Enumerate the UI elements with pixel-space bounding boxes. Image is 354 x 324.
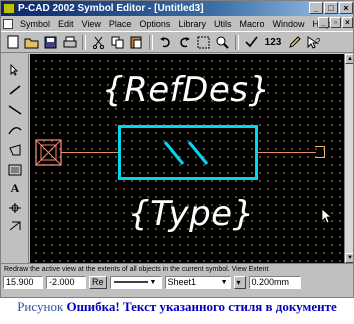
- chevron-down-icon: ▼: [149, 278, 157, 286]
- symbol-editor-window: P-CAD 2002 Symbol Editor - [Untitled3] _…: [0, 0, 354, 298]
- place-attribute-icon[interactable]: [6, 218, 24, 234]
- place-field-icon[interactable]: [6, 162, 24, 178]
- cut-icon[interactable]: [90, 34, 107, 51]
- doc-close-button[interactable]: ×: [342, 17, 353, 28]
- menu-symbol[interactable]: Symbol: [16, 19, 54, 29]
- window-title: P-CAD 2002 Symbol Editor - [Untitled3]: [18, 3, 204, 14]
- type-text[interactable]: {Type}: [128, 194, 255, 234]
- pin-lead-right[interactable]: [258, 152, 316, 153]
- pencil-icon[interactable]: [286, 34, 303, 51]
- open-folder-icon[interactable]: [23, 34, 40, 51]
- minimize-button[interactable]: _: [309, 2, 323, 14]
- relative-toggle-button[interactable]: Re: [89, 275, 107, 289]
- resistor-slash-marks: [163, 141, 209, 165]
- layer-toggle-button[interactable]: ▾: [233, 275, 246, 289]
- checkmark-icon[interactable]: [243, 34, 260, 51]
- scroll-up-icon[interactable]: ▲: [345, 54, 353, 64]
- doc-restore-button[interactable]: ▫: [330, 17, 341, 28]
- sheet-value: Sheet1: [167, 276, 197, 287]
- menu-macro[interactable]: Macro: [235, 19, 268, 29]
- line-style-dropdown[interactable]: ▼: [109, 275, 162, 289]
- menu-place[interactable]: Place: [105, 19, 136, 29]
- zoom-icon[interactable]: [214, 34, 231, 51]
- chevron-down-icon: ▼: [220, 278, 228, 286]
- hint-bar: Redraw the active view at the extents of…: [1, 263, 353, 274]
- renumber-label: 123: [264, 36, 282, 48]
- mouse-cursor-icon: [321, 208, 333, 224]
- design-canvas[interactable]: {RefDes} {Type}: [30, 54, 344, 263]
- scroll-down-icon[interactable]: ▼: [345, 253, 353, 263]
- bottom-strip: [1, 290, 353, 297]
- pin-terminal-left[interactable]: [35, 139, 62, 166]
- toolbar-separator: [235, 34, 239, 50]
- doc-minimize-button[interactable]: _: [318, 17, 329, 28]
- line-width-field[interactable]: 0.200mm: [248, 275, 301, 289]
- close-button[interactable]: ×: [339, 2, 353, 14]
- title-bar: P-CAD 2002 Symbol Editor - [Untitled3] _…: [1, 1, 353, 16]
- x-coordinate-field[interactable]: 15.900: [3, 275, 43, 289]
- save-icon[interactable]: [42, 34, 59, 51]
- caption-label: Рисунок: [17, 299, 64, 314]
- symbol-body-rectangle[interactable]: [118, 125, 258, 180]
- place-arc-icon[interactable]: [6, 122, 24, 138]
- menu-utils[interactable]: Utils: [210, 19, 236, 29]
- select-icon[interactable]: [195, 34, 212, 51]
- sheet-dropdown[interactable]: Sheet1 ▼: [164, 275, 231, 289]
- y-coordinate-field[interactable]: -2.000: [46, 275, 86, 289]
- toolbar-separator: [149, 34, 153, 50]
- maximize-button[interactable]: □: [324, 2, 338, 14]
- menu-edit[interactable]: Edit: [54, 19, 78, 29]
- menu-options[interactable]: Options: [135, 19, 174, 29]
- menu-bar: Symbol Edit View Place Options Library U…: [1, 16, 353, 31]
- place-text-icon[interactable]: A: [6, 180, 24, 196]
- menu-view[interactable]: View: [78, 19, 105, 29]
- redo-icon[interactable]: [176, 34, 193, 51]
- menu-library[interactable]: Library: [174, 19, 210, 29]
- new-file-icon[interactable]: [4, 34, 21, 51]
- copy-icon[interactable]: [109, 34, 126, 51]
- toolbar-separator: [82, 34, 86, 50]
- main-toolbar: 123 ?: [1, 31, 353, 53]
- place-line-icon[interactable]: [6, 102, 24, 118]
- placement-toolbar: A: [1, 54, 29, 263]
- place-polygon-icon[interactable]: [6, 142, 24, 158]
- pin-terminal-right[interactable]: [315, 146, 325, 158]
- renumber-button[interactable]: 123: [262, 34, 284, 51]
- document-icon: [3, 18, 13, 29]
- undo-icon[interactable]: [157, 34, 174, 51]
- menu-window[interactable]: Window: [268, 19, 308, 29]
- document-window-controls: _ ▫ ×: [318, 17, 353, 28]
- paste-icon[interactable]: [128, 34, 145, 51]
- print-icon[interactable]: [61, 34, 78, 51]
- vertical-scrollbar[interactable]: ▲ ▼: [344, 54, 353, 263]
- place-pin-icon[interactable]: [6, 82, 24, 98]
- caption-error-text: Ошибка! Текст указанного стиля в докумен…: [66, 299, 337, 314]
- refdes-text[interactable]: {RefDes}: [102, 70, 271, 110]
- pin-lead-left[interactable]: [61, 152, 118, 153]
- select-arrow-icon[interactable]: [6, 62, 24, 78]
- status-bar: 15.900 -2.000 Re ▼ Sheet1 ▼ ▾ 0.200mm: [1, 274, 353, 290]
- window-controls: _ □ ×: [309, 2, 353, 14]
- line-style-swatch: [113, 281, 148, 283]
- figure-caption: Рисунок Ошибка! Текст указанного стиля в…: [0, 299, 354, 323]
- app-icon: [3, 3, 15, 14]
- svg-text:?: ?: [316, 37, 321, 46]
- place-ref-point-icon[interactable]: [6, 200, 24, 216]
- help-pointer-icon[interactable]: ?: [305, 34, 322, 51]
